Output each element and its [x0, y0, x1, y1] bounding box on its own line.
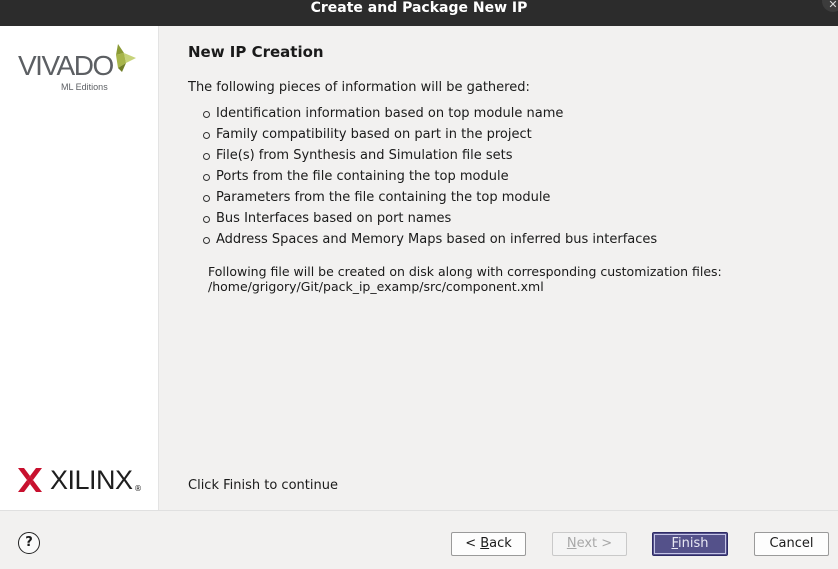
- continue-text: Click Finish to continue: [188, 478, 338, 493]
- vivado-logo-subtitle: ML Editions: [61, 82, 108, 92]
- intro-text: The following pieces of information will…: [188, 80, 530, 95]
- list-item: Parameters from the file containing the …: [188, 190, 657, 211]
- file-path: /home/grigory/Git/pack_ip_examp/src/comp…: [208, 279, 544, 294]
- bullet-icon: [203, 237, 210, 244]
- list-item-label: Parameters from the file containing the …: [216, 190, 551, 205]
- help-icon[interactable]: ?: [18, 532, 40, 554]
- vivado-logo-text: VIVADO: [18, 50, 114, 81]
- xilinx-x-icon: [18, 468, 42, 492]
- bullet-icon: [203, 132, 210, 139]
- list-item: Address Spaces and Memory Maps based on …: [188, 232, 657, 253]
- next-button-mnemonic: N: [566, 536, 577, 551]
- button-bar: ? < Back Next > Finish Cancel: [0, 510, 838, 569]
- list-item-label: File(s) from Synthesis and Simulation fi…: [216, 148, 513, 163]
- next-button[interactable]: Next >: [552, 532, 627, 556]
- bullet-icon: [203, 111, 210, 118]
- bullet-icon: [203, 195, 210, 202]
- file-note-text: Following file will be created on disk a…: [208, 264, 722, 279]
- list-item: Ports from the file containing the top m…: [188, 169, 657, 190]
- list-item: Family compatibility based on part in th…: [188, 127, 657, 148]
- list-item: File(s) from Synthesis and Simulation fi…: [188, 148, 657, 169]
- next-button-label: ext >: [576, 536, 613, 551]
- file-note: Following file will be created on disk a…: [208, 264, 722, 294]
- xilinx-logo: XILINX ®: [18, 464, 143, 496]
- back-button[interactable]: < Back: [451, 532, 526, 556]
- bullet-icon: [203, 153, 210, 160]
- bullet-icon: [203, 216, 210, 223]
- list-item: Bus Interfaces based on port names: [188, 211, 657, 232]
- window-title: Create and Package New IP: [310, 0, 528, 16]
- page-heading: New IP Creation: [188, 43, 324, 61]
- title-bar: Create and Package New IP ✕: [0, 0, 838, 26]
- list-item-label: Identification information based on top …: [216, 106, 564, 121]
- list-item: Identification information based on top …: [188, 106, 657, 127]
- wizard-content: New IP Creation The following pieces of …: [159, 26, 838, 510]
- back-button-label: ack: [489, 536, 512, 551]
- vivado-logo: VIVADO ML Editions: [18, 44, 143, 96]
- list-item-label: Ports from the file containing the top m…: [216, 169, 509, 184]
- list-item-label: Family compatibility based on part in th…: [216, 127, 532, 142]
- list-item-label: Address Spaces and Memory Maps based on …: [216, 232, 658, 247]
- xilinx-logo-text: XILINX: [50, 465, 133, 495]
- finish-button[interactable]: Finish: [652, 532, 728, 556]
- registered-mark: ®: [134, 484, 142, 493]
- bullet-icon: [203, 174, 210, 181]
- vivado-leaf-icon: [116, 44, 136, 72]
- sidebar: VIVADO ML Editions XILINX ®: [0, 26, 159, 510]
- finish-button-label: inish: [678, 536, 709, 551]
- info-list: Identification information based on top …: [188, 106, 657, 253]
- cancel-button[interactable]: Cancel: [754, 532, 829, 556]
- back-button-mnemonic: B: [480, 536, 490, 551]
- list-item-label: Bus Interfaces based on port names: [216, 211, 452, 226]
- back-button-prefix: <: [465, 536, 481, 551]
